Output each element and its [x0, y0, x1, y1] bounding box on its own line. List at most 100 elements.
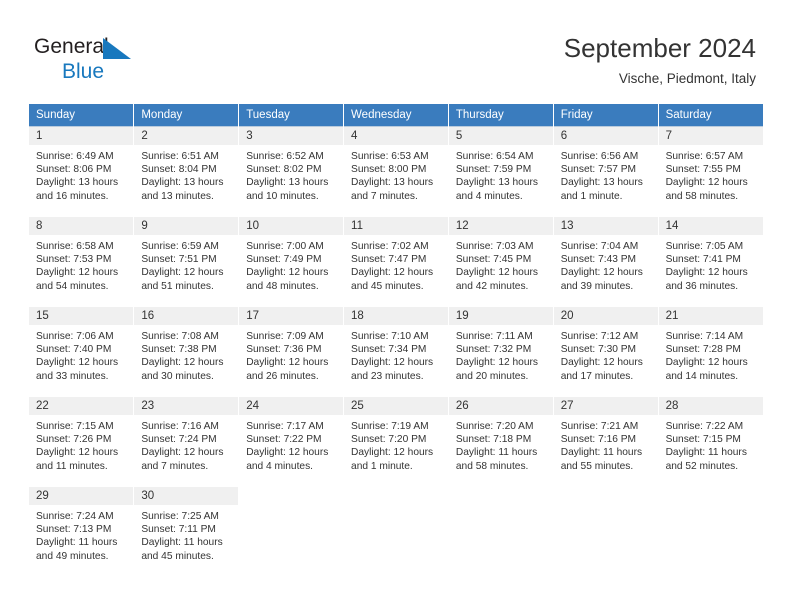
sunrise-time: Sunrise: 7:00 AM [246, 241, 324, 252]
daylight-duration-line1: Daylight: 12 hours [36, 357, 119, 369]
calendar-day-cell[interactable]: 14 Sunrise: 7:05 AM Sunset: 7:41 PM Dayligh… [658, 216, 763, 307]
calendar-day-cell[interactable]: 26 Sunrise: 7:20 AM Sunset: 7:18 PM Dayligh… [448, 396, 554, 487]
calendar-day-cell[interactable]: 11 Sunrise: 7:02 AM Sunset: 7:47 PM Dayligh… [343, 216, 449, 307]
sunrise-time: Sunrise: 7:15 AM [36, 421, 114, 432]
day-details: Sunrise: 7:08 AM Sunset: 7:38 PM Daylight:… [134, 325, 238, 383]
sunset-time: Sunset: 7:34 PM [351, 344, 427, 356]
day-details: Sunrise: 7:02 AM Sunset: 7:47 PM Daylight:… [344, 235, 448, 293]
daylight-duration-line1: Daylight: 12 hours [141, 447, 224, 459]
day-details: Sunrise: 7:10 AM Sunset: 7:34 PM Daylight:… [344, 325, 448, 383]
day-details: Sunrise: 7:09 AM Sunset: 7:36 PM Daylight:… [239, 325, 343, 383]
daylight-duration-line2: and 54 minutes. [36, 280, 109, 292]
day-details: Sunrise: 6:53 AM Sunset: 8:00 PM Daylight:… [344, 145, 448, 203]
triangle-flag-icon [103, 38, 133, 59]
calendar-day-cell[interactable]: 15 Sunrise: 7:06 AM Sunset: 7:40 PM Dayligh… [29, 306, 135, 397]
daylight-duration-line1: Daylight: 13 hours [560, 177, 643, 189]
daylight-duration-line2: and 11 minutes. [36, 460, 108, 472]
sunrise-time: Sunrise: 6:59 AM [141, 241, 219, 252]
calendar-header-row: Sunday Monday Tuesday Wednesday Thursday… [29, 104, 763, 127]
sunrise-time: Sunrise: 6:58 AM [36, 241, 114, 252]
daylight-duration-line2: and 49 minutes. [36, 550, 109, 562]
day-number: 20 [553, 307, 658, 325]
calendar-day-cell[interactable]: 2 Sunrise: 6:51 AM Sunset: 8:04 PM Daylight… [133, 126, 240, 217]
calendar-day-cell[interactable]: 4 Sunrise: 6:53 AM Sunset: 8:00 PM Daylight… [343, 126, 449, 217]
sunset-time: Sunset: 8:02 PM [246, 164, 322, 176]
calendar-day-cell[interactable]: 12 Sunrise: 7:03 AM Sunset: 7:45 PM Dayligh… [448, 216, 554, 307]
sunset-time: Sunset: 7:47 PM [351, 254, 427, 266]
general-blue-logo[interactable]: General Blue [34, 36, 274, 86]
calendar-day-cell[interactable]: 25 Sunrise: 7:19 AM Sunset: 7:20 PM Dayligh… [343, 396, 449, 487]
calendar-day-cell[interactable]: 1 Sunrise: 6:49 AM Sunset: 8:06 PM Daylight… [29, 126, 135, 217]
day-details: Sunrise: 7:20 AM Sunset: 7:18 PM Daylight:… [449, 415, 553, 473]
calendar-day-cell[interactable]: 8 Sunrise: 6:58 AM Sunset: 7:53 PM Daylight… [29, 216, 135, 307]
calendar-day-cell[interactable]: 9 Sunrise: 6:59 AM Sunset: 7:51 PM Daylight… [133, 216, 240, 307]
sunset-time: Sunset: 7:20 PM [351, 434, 427, 446]
day-number: 5 [448, 127, 553, 145]
day-number: 16 [134, 307, 239, 325]
daylight-duration-line1: Daylight: 12 hours [36, 447, 119, 459]
calendar-day-cell[interactable]: 29 Sunrise: 7:24 AM Sunset: 7:13 PM Dayligh… [29, 486, 135, 577]
calendar-day-cell[interactable]: 16 Sunrise: 7:08 AM Sunset: 7:38 PM Dayligh… [133, 306, 240, 397]
calendar-day-cell[interactable]: 18 Sunrise: 7:10 AM Sunset: 7:34 PM Dayligh… [343, 306, 449, 397]
calendar-day-cell[interactable]: 10 Sunrise: 7:00 AM Sunset: 7:49 PM Dayligh… [238, 216, 345, 307]
daylight-duration-line2: and 7 minutes. [141, 460, 209, 472]
calendar-day-cell[interactable]: 27 Sunrise: 7:21 AM Sunset: 7:16 PM Dayligh… [553, 396, 659, 487]
daylight-duration-line1: Daylight: 12 hours [351, 357, 434, 369]
calendar-day-cell[interactable]: 13 Sunrise: 7:04 AM Sunset: 7:43 PM Dayligh… [553, 216, 659, 307]
sunset-time: Sunset: 8:06 PM [36, 164, 112, 176]
day-details: Sunrise: 7:14 AM Sunset: 7:28 PM Daylight:… [659, 325, 763, 383]
sunrise-time: Sunrise: 7:06 AM [36, 331, 114, 342]
sunset-time: Sunset: 7:32 PM [455, 344, 532, 356]
sunset-time: Sunset: 7:26 PM [36, 434, 112, 446]
calendar-week-row: 8 Sunrise: 6:58 AM Sunset: 7:53 PM Daylight… [29, 216, 763, 307]
sunset-time: Sunset: 7:13 PM [36, 524, 112, 536]
logo-line-general: General [34, 36, 274, 59]
sunrise-time: Sunrise: 6:54 AM [455, 151, 534, 162]
daylight-duration-line1: Daylight: 11 hours [560, 447, 643, 459]
sunset-time: Sunset: 7:15 PM [665, 434, 741, 446]
day-number: 24 [239, 397, 344, 415]
daylight-duration-line1: Daylight: 12 hours [141, 267, 224, 279]
calendar-day-cell[interactable]: 6 Sunrise: 6:56 AM Sunset: 7:57 PM Daylight… [553, 126, 659, 217]
daylight-duration-line1: Daylight: 11 hours [665, 447, 747, 459]
sunset-time: Sunset: 7:38 PM [141, 344, 217, 356]
calendar-day-cell[interactable]: 3 Sunrise: 6:52 AM Sunset: 8:02 PM Daylight… [238, 126, 345, 217]
day-details: Sunrise: 7:19 AM Sunset: 7:20 PM Daylight:… [344, 415, 448, 473]
calendar-day-cell[interactable]: 21 Sunrise: 7:14 AM Sunset: 7:28 PM Dayligh… [658, 306, 763, 397]
day-number: 25 [344, 397, 448, 415]
weekday-header-friday: Friday [553, 104, 659, 127]
day-details: Sunrise: 7:06 AM Sunset: 7:40 PM Daylight:… [29, 325, 133, 383]
calendar-day-cell[interactable]: 23 Sunrise: 7:16 AM Sunset: 7:24 PM Dayligh… [133, 396, 240, 487]
calendar-day-cell[interactable]: 20 Sunrise: 7:12 AM Sunset: 7:30 PM Dayligh… [553, 306, 659, 397]
day-details: Sunrise: 6:59 AM Sunset: 7:51 PM Daylight:… [134, 235, 238, 293]
calendar-day-cell[interactable]: 28 Sunrise: 7:22 AM Sunset: 7:15 PM Dayligh… [658, 396, 763, 487]
daylight-duration-line2: and 45 minutes. [351, 280, 424, 292]
day-number: 28 [658, 397, 763, 415]
sunrise-time: Sunrise: 7:10 AM [351, 331, 429, 342]
calendar-day-cell[interactable]: 5 Sunrise: 6:54 AM Sunset: 7:59 PM Daylight… [448, 126, 554, 217]
calendar-day-cell[interactable]: 30 Sunrise: 7:25 AM Sunset: 7:11 PM Dayligh… [133, 486, 240, 577]
day-details: Sunrise: 7:16 AM Sunset: 7:24 PM Daylight:… [134, 415, 238, 473]
weekday-header-sunday: Sunday [29, 104, 135, 127]
sunrise-time: Sunrise: 7:04 AM [560, 241, 639, 252]
sunset-time: Sunset: 7:57 PM [560, 164, 637, 176]
day-number: 27 [553, 397, 658, 415]
sunset-time: Sunset: 7:41 PM [665, 254, 741, 266]
sunset-time: Sunset: 7:24 PM [141, 434, 217, 446]
day-number: 21 [658, 307, 763, 325]
calendar-day-cell[interactable]: 7 Sunrise: 6:57 AM Sunset: 7:55 PM Daylight… [658, 126, 763, 217]
day-details: Sunrise: 7:11 AM Sunset: 7:32 PM Daylight:… [449, 325, 553, 383]
calendar-day-cell[interactable]: 22 Sunrise: 7:15 AM Sunset: 7:26 PM Dayligh… [29, 396, 135, 487]
daylight-duration-line1: Daylight: 13 hours [246, 177, 329, 189]
daylight-duration-line2: and 52 minutes. [665, 460, 739, 472]
calendar-day-cell[interactable]: 24 Sunrise: 7:17 AM Sunset: 7:22 PM Dayligh… [238, 396, 345, 487]
sunrise-time: Sunrise: 7:20 AM [455, 421, 534, 432]
calendar-day-cell[interactable]: 17 Sunrise: 7:09 AM Sunset: 7:36 PM Dayligh… [238, 306, 345, 397]
day-number: 15 [29, 307, 134, 325]
calendar-day-cell[interactable]: 19 Sunrise: 7:11 AM Sunset: 7:32 PM Dayligh… [448, 306, 554, 397]
daylight-duration-line2: and 30 minutes. [141, 370, 214, 382]
day-number: 7 [658, 127, 763, 145]
day-number: 26 [448, 397, 553, 415]
weekday-header-monday: Monday [133, 104, 240, 127]
daylight-duration-line1: Daylight: 12 hours [246, 447, 329, 459]
